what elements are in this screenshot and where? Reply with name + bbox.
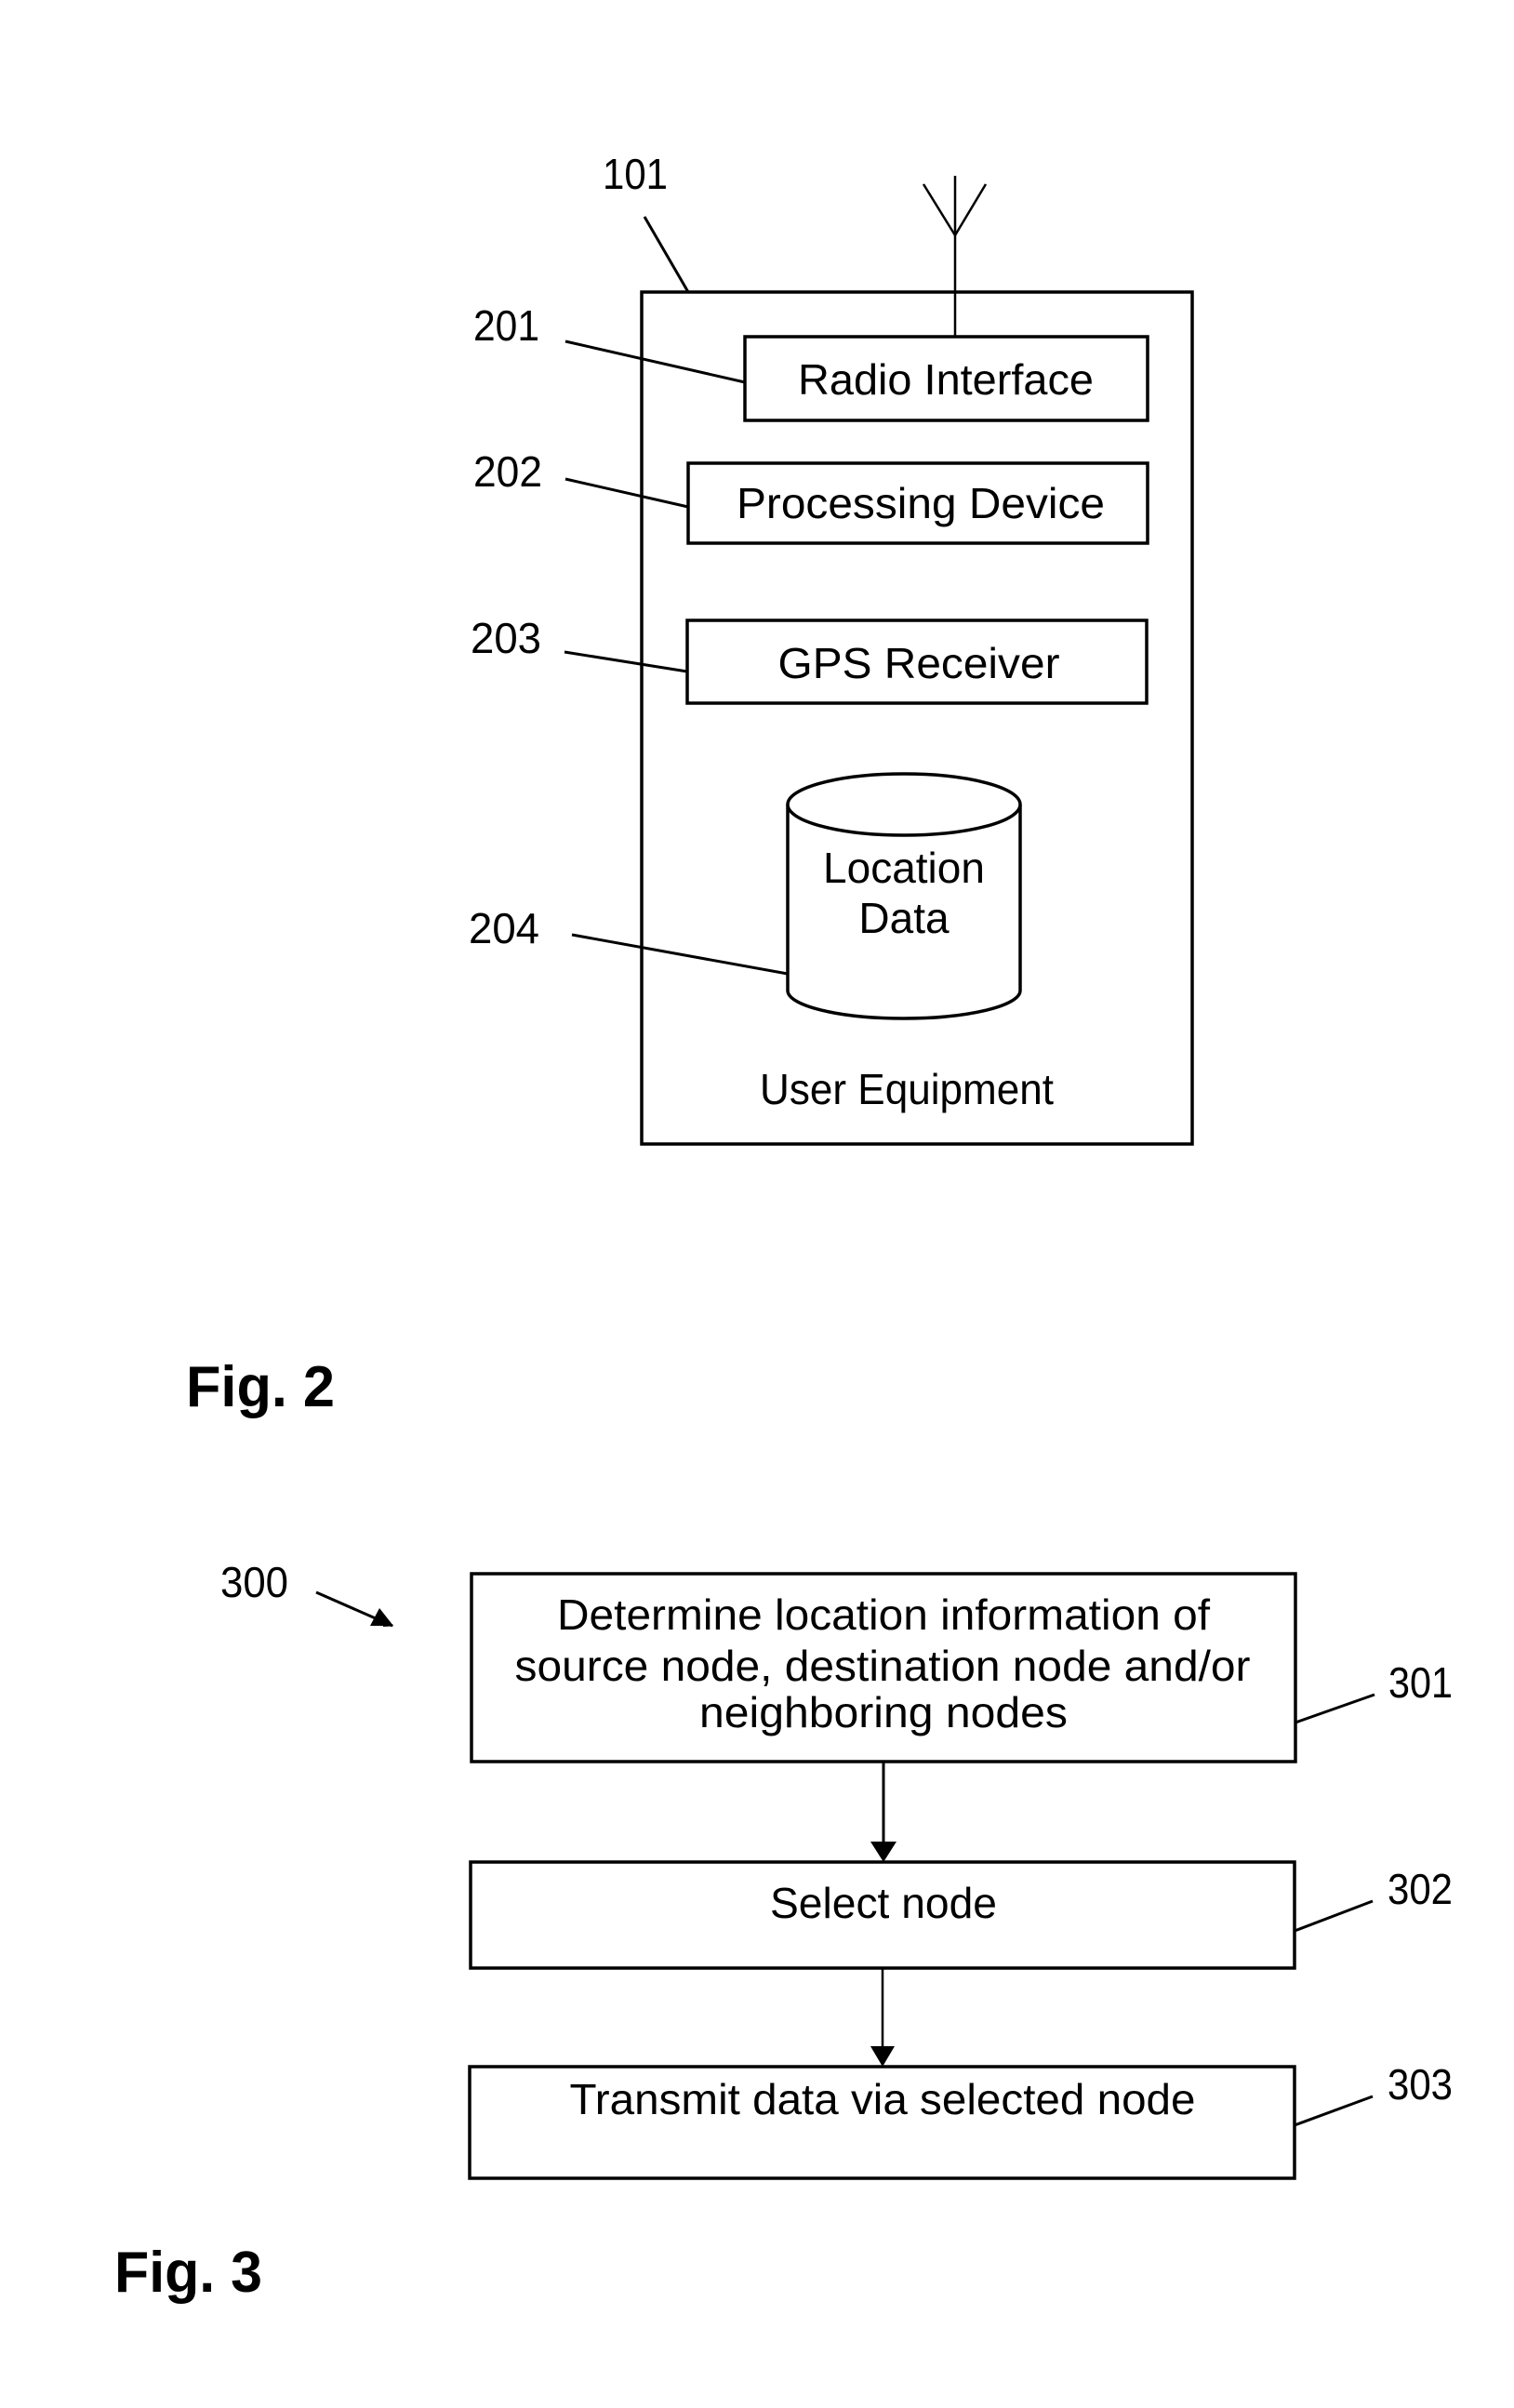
ref-303-leader [1294,2095,1374,2127]
gps-receiver-label: GPS Receiver [778,639,1060,687]
ref-204-label: 204 [469,904,539,952]
ref-300-label: 300 [220,1558,288,1606]
ref-201-label: 201 [473,301,539,350]
patent-drawing-sheet: 101 Radio Interface 201 Processing Devic… [114,150,1453,2305]
figure-3-caption: Fig. 3 [114,2241,262,2305]
ref-101-leader [643,216,690,293]
processing-device-label: Processing Device [737,479,1105,527]
ref-202-label: 202 [473,447,542,496]
ref-302-label: 302 [1388,1865,1453,1913]
ref-303-label: 303 [1388,2060,1453,2109]
location-data-label-line-1: Location [823,844,985,892]
ref-302-leader [1294,1899,1374,1933]
ref-301-label: 301 [1388,1658,1453,1707]
step-302-label: Select node [770,1879,997,1927]
radio-interface-label: Radio Interface [798,355,1094,404]
figure-2: 101 Radio Interface 201 Processing Devic… [186,150,1194,1419]
ref-201-leader [564,339,746,384]
ref-101-label: 101 [603,150,668,198]
figure-3: 300 Determine location information of so… [114,1558,1453,2305]
antenna-icon [922,176,988,337]
ref-203-leader [564,650,688,673]
user-equipment-label: User Equipment [760,1065,1054,1113]
ref-203-label: 203 [471,614,541,662]
step-301-line-2: source node, destination node and/or [515,1642,1251,1690]
flow-arrowhead-302-303 [870,2046,895,2067]
location-data-label-line-2: Data [858,894,950,942]
figure-2-caption: Fig. 2 [186,1355,335,1419]
step-301-line-1: Determine location information of [557,1590,1210,1639]
ref-204-leader [571,933,789,976]
step-301-line-3: neighboring nodes [699,1688,1068,1736]
flow-arrowhead-301-302 [870,1842,896,1862]
ref-202-leader [564,477,689,509]
ref-301-leader [1295,1693,1375,1724]
step-303-label: Transmit data via selected node [570,2075,1196,2123]
